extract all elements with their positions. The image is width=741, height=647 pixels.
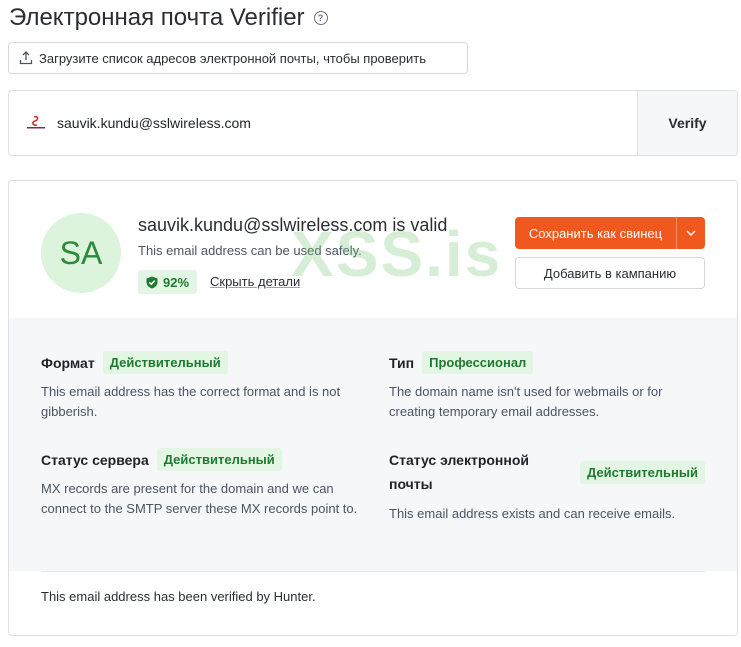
shield-check-icon bbox=[146, 276, 158, 288]
check-email-status: Статус электронной почты Действительный … bbox=[389, 448, 705, 524]
check-description: This email address exists and can receiv… bbox=[389, 506, 676, 521]
save-lead-button[interactable]: Сохранить как свинец bbox=[515, 217, 705, 249]
status-badge: Действительный bbox=[579, 460, 705, 484]
check-server-status: Статус сервера Действительный MX records… bbox=[41, 448, 361, 519]
save-lead-label[interactable]: Сохранить как свинец bbox=[515, 217, 677, 249]
result-title: sauvik.kundu@sslwireless.com is valid bbox=[138, 215, 448, 235]
check-description: The domain name isn't used for webmails … bbox=[389, 384, 663, 419]
divider bbox=[41, 571, 705, 572]
verification-details: Формат Действительный This email address… bbox=[9, 318, 737, 571]
avatar: SA bbox=[41, 213, 121, 293]
check-label: Статус сервера bbox=[41, 451, 149, 468]
check-label: Тип bbox=[389, 354, 415, 371]
check-description: This email address has the correct forma… bbox=[41, 384, 341, 419]
check-label: Статус электронной почты bbox=[389, 452, 529, 492]
hide-details-link[interactable]: Скрыть детали bbox=[210, 274, 300, 289]
add-to-campaign-button[interactable]: Добавить в кампанию bbox=[515, 257, 705, 289]
upload-list-button[interactable]: Загрузите список адресов электронной поч… bbox=[8, 42, 468, 74]
email-field-wrapper bbox=[9, 91, 637, 155]
score-badge: 92% bbox=[138, 270, 198, 294]
score-value: 92% bbox=[163, 274, 190, 290]
verify-button[interactable]: Verify bbox=[637, 91, 737, 155]
check-type: Тип Профессионал The domain name isn't u… bbox=[389, 351, 705, 422]
status-badge: Действительный bbox=[102, 351, 228, 374]
verified-by-note: This email address has been verified by … bbox=[41, 589, 316, 604]
status-badge: Действительный bbox=[156, 448, 282, 471]
page-title: Электронная почта Verifier ? bbox=[9, 4, 328, 32]
email-input[interactable] bbox=[57, 115, 557, 131]
chevron-down-icon[interactable] bbox=[677, 217, 705, 249]
page-title-text: Электронная почта Verifier bbox=[9, 4, 305, 31]
verify-form: Verify bbox=[8, 90, 738, 156]
status-badge: Профессионал bbox=[422, 351, 534, 374]
upload-icon bbox=[19, 51, 33, 65]
check-format: Формат Действительный This email address… bbox=[41, 351, 351, 422]
question-circle-icon[interactable]: ? bbox=[313, 11, 328, 25]
check-label: Формат bbox=[41, 354, 95, 371]
result-subtitle: This email address can be used safely. bbox=[138, 243, 362, 258]
check-description: MX records are present for the domain an… bbox=[41, 481, 358, 516]
domain-favicon-icon bbox=[25, 114, 47, 132]
result-card: SA sauvik.kundu@sslwireless.com is valid… bbox=[8, 180, 738, 636]
upload-list-label: Загрузите список адресов электронной поч… bbox=[39, 50, 426, 66]
